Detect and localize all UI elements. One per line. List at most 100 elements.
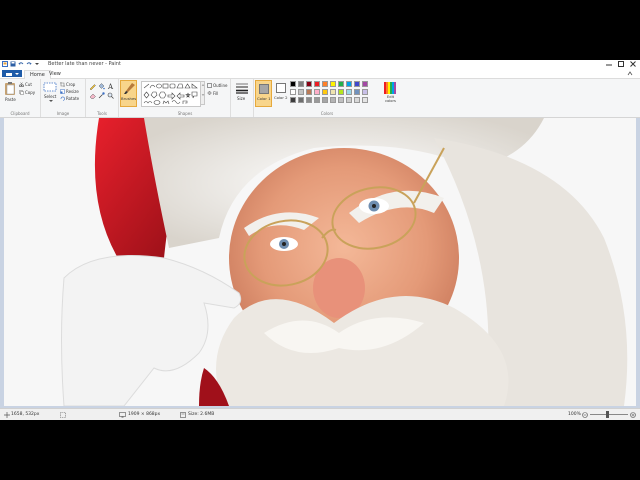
ribbon-tab-row: Home View bbox=[0, 69, 640, 79]
text-tool-icon[interactable]: A bbox=[107, 83, 114, 90]
size-button[interactable]: Size bbox=[234, 82, 250, 106]
shapes-gallery-scroll[interactable] bbox=[200, 81, 205, 105]
customize-quick-access-icon[interactable] bbox=[34, 61, 40, 67]
file-size-icon bbox=[180, 412, 186, 418]
palette-color-swatch[interactable] bbox=[290, 97, 296, 103]
brushes-group: Brushes bbox=[119, 79, 139, 117]
ribbon: Paste Cut Copy Clipboard Select Crop Res… bbox=[0, 79, 640, 118]
color1-button[interactable]: Color 1 bbox=[255, 80, 272, 107]
cut-button[interactable]: Cut bbox=[19, 82, 39, 88]
palette-color-swatch[interactable] bbox=[354, 81, 360, 87]
tools-group-label: Tools bbox=[97, 111, 107, 116]
select-button[interactable]: Select bbox=[43, 82, 59, 104]
size-label: Size bbox=[237, 96, 246, 101]
color2-button[interactable]: Color 2 bbox=[274, 80, 289, 107]
colors-group-label: Colors bbox=[320, 111, 334, 116]
paste-label: Paste bbox=[5, 97, 16, 102]
zoom-in-icon[interactable] bbox=[630, 412, 636, 418]
magnifier-icon[interactable] bbox=[107, 92, 114, 99]
resize-label: Resize bbox=[66, 89, 79, 94]
zoom-slider-thumb[interactable] bbox=[606, 411, 609, 418]
canvas-area bbox=[0, 118, 640, 408]
maximize-button[interactable] bbox=[615, 60, 627, 68]
palette-color-swatch[interactable] bbox=[306, 81, 312, 87]
app-icon[interactable] bbox=[2, 61, 8, 67]
drawing-canvas[interactable] bbox=[4, 118, 636, 406]
palette-color-swatch[interactable] bbox=[330, 97, 336, 103]
palette-color-swatch[interactable] bbox=[298, 89, 304, 95]
palette-color-swatch[interactable] bbox=[290, 81, 296, 87]
palette-color-swatch[interactable] bbox=[306, 89, 312, 95]
color-picker-icon[interactable] bbox=[98, 92, 105, 99]
palette-color-swatch[interactable] bbox=[298, 97, 304, 103]
palette-color-swatch[interactable] bbox=[330, 81, 336, 87]
cut-label: Cut bbox=[25, 82, 32, 87]
crop-button[interactable]: Crop bbox=[60, 82, 84, 88]
palette-color-swatch[interactable] bbox=[314, 89, 320, 95]
brushes-button[interactable]: Brushes bbox=[120, 80, 137, 107]
outline-button[interactable]: Outline bbox=[207, 83, 229, 89]
redo-icon[interactable] bbox=[26, 61, 32, 67]
save-icon[interactable] bbox=[10, 61, 16, 67]
palette-color-swatch[interactable] bbox=[354, 97, 360, 103]
cursor-position-icon bbox=[4, 412, 10, 418]
copy-button[interactable]: Copy bbox=[19, 90, 39, 96]
color1-swatch bbox=[259, 84, 269, 94]
shapes-gallery[interactable] bbox=[141, 81, 201, 107]
palette-color-swatch[interactable] bbox=[346, 89, 352, 95]
shapes-group-label: Shapes bbox=[177, 111, 193, 116]
copy-label: Copy bbox=[25, 90, 36, 95]
zoom-slider-track[interactable] bbox=[590, 414, 628, 415]
rotate-button[interactable]: Rotate bbox=[60, 96, 84, 102]
resize-icon bbox=[60, 89, 65, 94]
palette-color-swatch[interactable] bbox=[338, 97, 344, 103]
outline-icon bbox=[207, 83, 212, 88]
image-size-icon bbox=[119, 412, 126, 418]
palette-color-swatch[interactable] bbox=[322, 81, 328, 87]
paste-button[interactable]: Paste bbox=[3, 82, 17, 102]
palette-color-swatch[interactable] bbox=[338, 81, 344, 87]
title-bar: Better late than never - Paint bbox=[0, 60, 640, 69]
line-size-icon bbox=[236, 83, 248, 94]
minimize-button[interactable] bbox=[603, 60, 615, 68]
fill-button[interactable]: Fill bbox=[207, 91, 229, 97]
eraser-icon[interactable] bbox=[89, 92, 96, 99]
color1-label: Color 1 bbox=[257, 96, 271, 101]
undo-icon[interactable] bbox=[18, 61, 24, 67]
zoom-level: 100% bbox=[568, 412, 581, 417]
edit-colors-label: Edit colors bbox=[385, 95, 396, 103]
fill-icon bbox=[207, 91, 212, 96]
tab-view[interactable]: View bbox=[44, 70, 66, 78]
clipboard-group-label: Clipboard bbox=[10, 111, 30, 116]
palette-color-swatch[interactable] bbox=[322, 97, 328, 103]
rotate-icon bbox=[60, 96, 65, 101]
palette-color-swatch[interactable] bbox=[362, 97, 368, 103]
fill-bucket-icon[interactable] bbox=[98, 83, 105, 90]
palette-color-swatch[interactable] bbox=[322, 89, 328, 95]
palette-color-swatch[interactable] bbox=[346, 81, 352, 87]
palette-color-swatch[interactable] bbox=[290, 89, 296, 95]
crop-icon bbox=[60, 82, 65, 87]
palette-color-swatch[interactable] bbox=[362, 81, 368, 87]
paint-window: Better late than never - Paint Home View… bbox=[0, 60, 640, 420]
palette-color-swatch[interactable] bbox=[330, 89, 336, 95]
palette-color-swatch[interactable] bbox=[346, 97, 352, 103]
palette-color-swatch[interactable] bbox=[354, 89, 360, 95]
file-menu-button[interactable] bbox=[2, 70, 22, 77]
palette-color-swatch[interactable] bbox=[362, 89, 368, 95]
scissors-icon bbox=[19, 82, 24, 87]
palette-color-swatch[interactable] bbox=[298, 81, 304, 87]
palette-color-swatch[interactable] bbox=[314, 97, 320, 103]
close-button[interactable] bbox=[627, 60, 639, 68]
color-palette bbox=[290, 81, 382, 105]
resize-button[interactable]: Resize bbox=[60, 89, 84, 95]
palette-color-swatch[interactable] bbox=[338, 89, 344, 95]
image-group-label: Image bbox=[56, 111, 70, 116]
palette-color-swatch[interactable] bbox=[306, 97, 312, 103]
edit-colors-button[interactable]: Edit colors bbox=[382, 80, 398, 107]
zoom-out-icon[interactable] bbox=[582, 412, 588, 418]
santa-painting bbox=[4, 118, 636, 406]
pencil-icon[interactable] bbox=[89, 83, 96, 90]
palette-color-swatch[interactable] bbox=[314, 81, 320, 87]
minimize-ribbon-icon[interactable] bbox=[626, 70, 634, 77]
